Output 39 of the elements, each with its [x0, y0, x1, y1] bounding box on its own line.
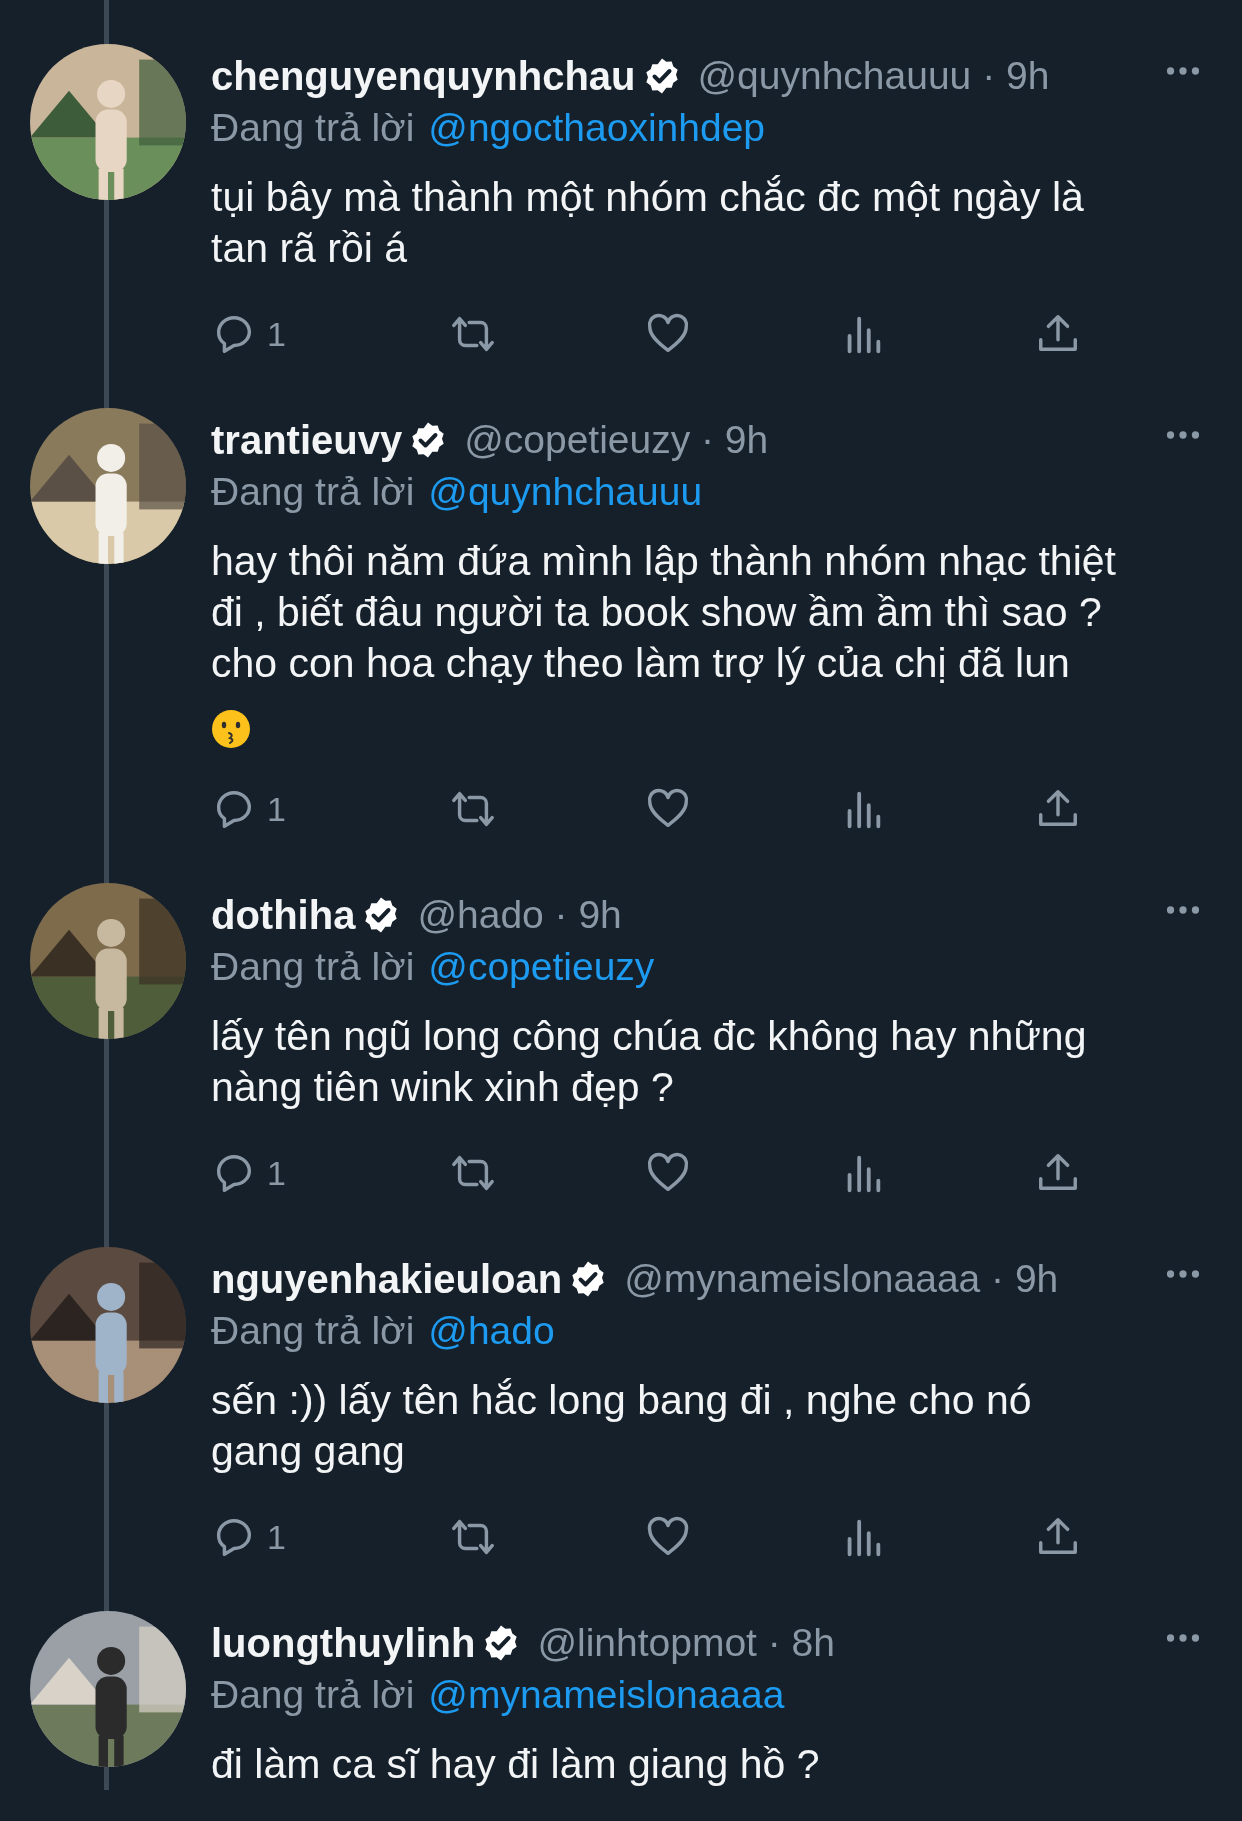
tweet-text-line: lấy tên ngũ long công chúa đc không hay những [211, 1012, 1088, 1061]
reply-count: 1 [267, 314, 286, 354]
user-name[interactable]: chenguyenquynhchau [211, 53, 636, 99]
tweet-text-line: cho con hoa chạy theo làm trợ lý của chị đã lun [211, 639, 1071, 688]
user-name[interactable]: trantieuvy [211, 417, 403, 463]
tweet-text-line: tan rã rồi á [211, 224, 408, 273]
user-name[interactable]: nguyenhakieuloan [211, 1256, 563, 1302]
tweet-text-line: tụi bây mà thành một nhóm chắc đc một ngày là [211, 173, 1085, 222]
more-icon[interactable] [1166, 66, 1200, 76]
handle-and-time: @quynhchauuu · 9h [697, 54, 1050, 98]
more-icon[interactable] [1166, 905, 1200, 915]
replying-label: Đang trả lời [211, 470, 415, 514]
replying-label: Đang trả lời [211, 1673, 415, 1717]
reply-count: 1 [267, 1153, 286, 1193]
mention-link[interactable]: @hado [428, 1309, 555, 1353]
handle-and-time: @mynameislonaaaa · 9h [624, 1257, 1059, 1301]
mention-link[interactable]: @copetieuzy [428, 945, 655, 989]
tweet-text-line: hay thôi năm đứa mình lập thành nhóm nhạc thiệt [211, 537, 1117, 586]
replying-label: Đang trả lời [211, 1309, 415, 1353]
mention-link[interactable]: @mynameislonaaaa [428, 1673, 785, 1717]
more-icon[interactable] [1166, 1269, 1200, 1279]
reply-count: 1 [267, 789, 286, 829]
tweet-text-line: gang gang [211, 1427, 406, 1476]
more-icon[interactable] [1166, 430, 1200, 440]
tweet-text-line: đi làm ca sĩ hay đi làm giang hồ ? [211, 1740, 821, 1789]
handle-and-time: @hado · 9h [417, 893, 622, 937]
replying-label: Đang trả lời [211, 106, 415, 150]
handle-and-time: @copetieuzy · 9h [464, 418, 769, 462]
more-icon[interactable] [1166, 1633, 1200, 1643]
tweet-text-line: nàng tiên wink xinh đẹp ? [211, 1063, 675, 1112]
mention-link[interactable]: @ngocthaoxinhdep [428, 106, 765, 150]
tweet-text-line: sến :)) lấy tên hắc long bang đi , nghe cho nó [211, 1376, 1033, 1425]
reply-count: 1 [267, 1517, 286, 1557]
user-name[interactable]: dothiha [211, 892, 356, 938]
tweet-text-line: đi , biết đâu người ta book show ầm ầm thì sao ? [211, 588, 1103, 637]
mention-link[interactable]: @quynhchauuu [428, 470, 703, 514]
user-name[interactable]: luongthuylinh [211, 1620, 476, 1666]
handle-and-time: @linhtopmot · 8h [537, 1621, 835, 1665]
replying-label: Đang trả lời [211, 945, 415, 989]
